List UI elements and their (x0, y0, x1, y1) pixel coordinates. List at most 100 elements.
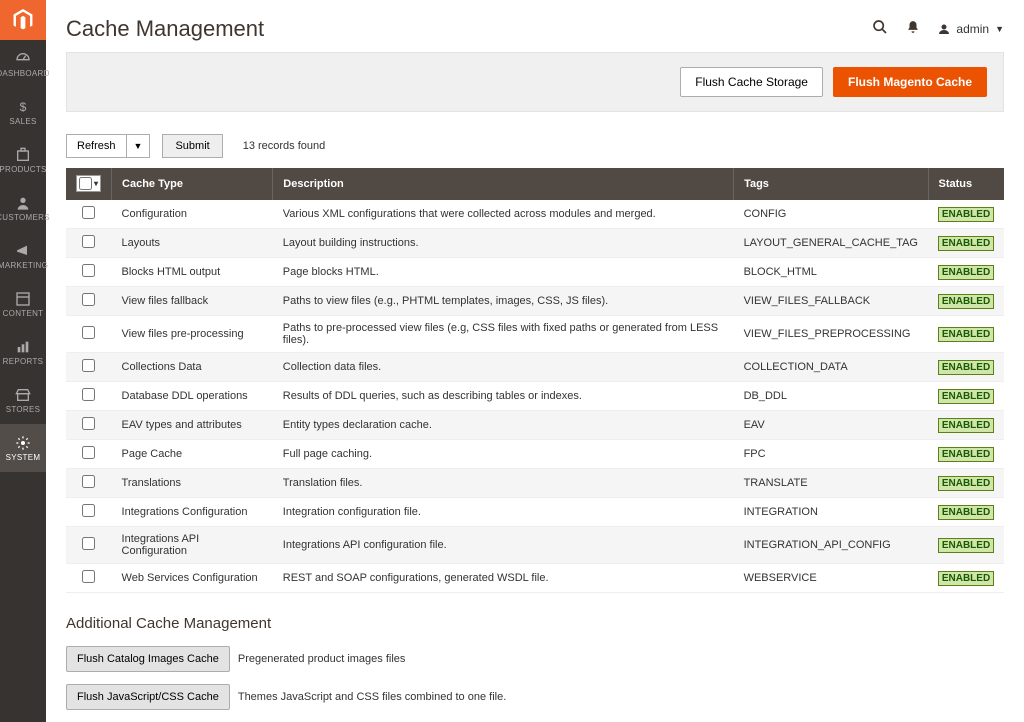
row-checkbox[interactable] (82, 293, 95, 306)
col-tags[interactable]: Tags (734, 168, 928, 200)
col-description[interactable]: Description (273, 168, 734, 200)
sidenav-label: MARKETING (0, 261, 48, 270)
sidenav-item-sales[interactable]: $SALES (0, 88, 46, 136)
sidenav-item-reports[interactable]: REPORTS (0, 328, 46, 376)
cell-tags: FPC (734, 440, 928, 469)
cell-description: Results of DDL queries, such as describi… (273, 382, 734, 411)
flush-cache-storage-button[interactable]: Flush Cache Storage (680, 67, 823, 97)
sidenav-item-customers[interactable]: CUSTOMERS (0, 184, 46, 232)
reports-icon (15, 339, 31, 355)
cell-description: Integration configuration file. (273, 498, 734, 527)
row-checkbox[interactable] (82, 388, 95, 401)
records-count: 13 records found (243, 140, 326, 152)
page-header: Cache Management admin ▼ (66, 0, 1004, 52)
sidenav-item-dashboard[interactable]: DASHBOARD (0, 40, 46, 88)
products-icon (15, 147, 31, 163)
table-row: View files pre-processingPaths to pre-pr… (66, 316, 1004, 353)
cell-cache-type: Configuration (112, 200, 273, 229)
cell-tags: COLLECTION_DATA (734, 353, 928, 382)
table-row: ConfigurationVarious XML configurations … (66, 200, 1004, 229)
col-status[interactable]: Status (928, 168, 1004, 200)
row-checkbox[interactable] (82, 264, 95, 277)
cell-tags: VIEW_FILES_PREPROCESSING (734, 316, 928, 353)
cell-tags: INTEGRATION (734, 498, 928, 527)
cell-tags: VIEW_FILES_FALLBACK (734, 287, 928, 316)
status-badge: ENABLED (938, 447, 994, 462)
cell-description: Paths to pre-processed view files (e.g, … (273, 316, 734, 353)
mass-action-caret[interactable]: ▼ (127, 134, 151, 158)
cell-cache-type: View files fallback (112, 287, 273, 316)
cache-grid: ▾ Cache Type Description Tags Status Con… (66, 168, 1004, 593)
status-badge: ENABLED (938, 294, 994, 309)
cell-cache-type: Translations (112, 469, 273, 498)
cell-description: Collection data files. (273, 353, 734, 382)
table-row: Page CacheFull page caching.FPC ENABLED (66, 440, 1004, 469)
cell-description: Layout building instructions. (273, 229, 734, 258)
sidenav-item-stores[interactable]: STORES (0, 376, 46, 424)
select-all-checkbox[interactable] (79, 177, 92, 190)
status-badge: ENABLED (938, 389, 994, 404)
sidenav-label: CUSTOMERS (0, 213, 50, 222)
status-badge: ENABLED (938, 571, 994, 586)
status-badge: ENABLED (938, 538, 994, 553)
search-icon[interactable] (872, 19, 888, 40)
cell-tags: TRANSLATE (734, 469, 928, 498)
cell-cache-type: Integrations API Configuration (112, 527, 273, 564)
row-checkbox[interactable] (82, 326, 95, 339)
sidenav-label: SYSTEM (6, 453, 41, 462)
refresh-option[interactable]: Refresh (66, 134, 127, 158)
notifications-icon[interactable] (906, 20, 920, 39)
row-checkbox[interactable] (82, 504, 95, 517)
row-checkbox[interactable] (82, 446, 95, 459)
row-checkbox[interactable] (82, 359, 95, 372)
cell-description: Integrations API configuration file. (273, 527, 734, 564)
cell-description: Full page caching. (273, 440, 734, 469)
table-row: Database DDL operationsResults of DDL qu… (66, 382, 1004, 411)
sidenav-label: STORES (6, 405, 41, 414)
magento-logo[interactable] (0, 0, 46, 40)
row-checkbox[interactable] (82, 537, 95, 550)
col-cache-type[interactable]: Cache Type (112, 168, 273, 200)
status-badge: ENABLED (938, 236, 994, 251)
table-row: Collections DataCollection data files.CO… (66, 353, 1004, 382)
cell-description: REST and SOAP configurations, generated … (273, 564, 734, 593)
status-badge: ENABLED (938, 418, 994, 433)
grid-toolbar: Refresh ▼ Submit 13 records found (66, 134, 1004, 158)
sidenav-item-content[interactable]: CONTENT (0, 280, 46, 328)
row-checkbox[interactable] (82, 235, 95, 248)
cell-tags: INTEGRATION_API_CONFIG (734, 527, 928, 564)
flush-magento-cache-button[interactable]: Flush Magento Cache (833, 67, 987, 97)
table-row: Blocks HTML outputPage blocks HTML.BLOCK… (66, 258, 1004, 287)
sidenav-item-products[interactable]: PRODUCTS (0, 136, 46, 184)
page-title: Cache Management (66, 16, 872, 42)
sidenav-item-system[interactable]: SYSTEM (0, 424, 46, 472)
main-content: Cache Management admin ▼ Flush Cache Sto… (46, 0, 1024, 722)
admin-account-menu[interactable]: admin ▼ (938, 22, 1004, 36)
additional-flush-button[interactable]: Flush JavaScript/CSS Cache (66, 684, 230, 710)
cell-tags: LAYOUT_GENERAL_CACHE_TAG (734, 229, 928, 258)
cell-cache-type: Page Cache (112, 440, 273, 469)
cell-cache-type: Collections Data (112, 353, 273, 382)
sidenav-item-marketing[interactable]: MARKETING (0, 232, 46, 280)
additional-flush-button[interactable]: Flush Catalog Images Cache (66, 646, 230, 672)
select-all-header[interactable]: ▾ (66, 168, 112, 200)
row-checkbox[interactable] (82, 417, 95, 430)
cell-tags: DB_DDL (734, 382, 928, 411)
stores-icon (15, 387, 31, 403)
content-icon (15, 291, 31, 307)
status-badge: ENABLED (938, 360, 994, 375)
row-checkbox[interactable] (82, 206, 95, 219)
row-checkbox[interactable] (82, 570, 95, 583)
table-row: View files fallbackPaths to view files (… (66, 287, 1004, 316)
mass-action-select[interactable]: Refresh ▼ (66, 134, 150, 158)
cell-description: Page blocks HTML. (273, 258, 734, 287)
sidenav-label: DASHBOARD (0, 69, 50, 78)
row-checkbox[interactable] (82, 475, 95, 488)
status-badge: ENABLED (938, 265, 994, 280)
cell-description: Various XML configurations that were col… (273, 200, 734, 229)
submit-button[interactable]: Submit (162, 134, 222, 158)
marketing-icon (15, 243, 31, 259)
additional-desc: Themes JavaScript and CSS files combined… (238, 691, 506, 703)
cell-description: Translation files. (273, 469, 734, 498)
admin-sidenav: DASHBOARD$SALESPRODUCTSCUSTOMERS MARKETIN… (0, 0, 46, 722)
